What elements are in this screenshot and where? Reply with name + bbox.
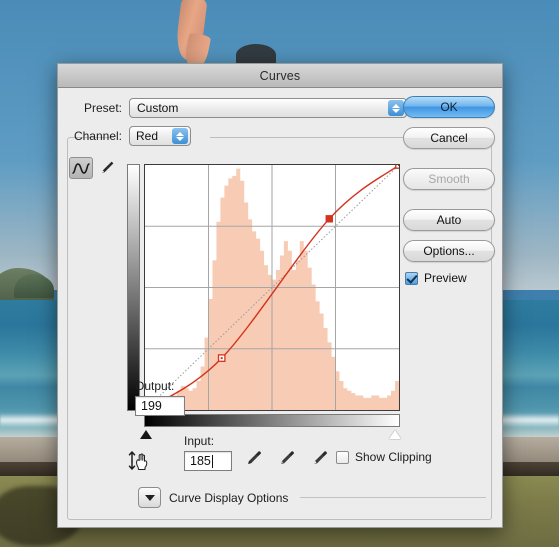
hand-arrow-icon: [128, 451, 148, 470]
preset-value: Custom: [137, 101, 179, 115]
smooth-button[interactable]: Smooth: [403, 168, 495, 190]
preview-checkbox[interactable]: [405, 271, 418, 285]
curve-plot-svg: [145, 165, 399, 410]
white-point-slider[interactable]: [389, 430, 401, 439]
divider: [300, 497, 486, 498]
set-white-point-eyedropper[interactable]: [312, 449, 329, 466]
move-target-cursor-icon[interactable]: [128, 449, 156, 473]
show-clipping-row[interactable]: Show Clipping: [336, 450, 432, 464]
cancel-button[interactable]: Cancel: [403, 127, 495, 149]
curve-icon: [72, 162, 90, 174]
preset-label: Preset:: [83, 101, 122, 115]
channel-label: Channel:: [73, 129, 122, 143]
auto-button[interactable]: Auto: [403, 209, 495, 231]
channel-dropdown[interactable]: Red: [129, 126, 191, 146]
preview-label: Preview: [424, 271, 467, 285]
channel-value: Red: [136, 129, 159, 143]
dialog-title: Curves: [259, 68, 301, 83]
curve-tools: [69, 157, 117, 179]
chevron-down-icon: [144, 494, 155, 501]
text-caret: [211, 454, 213, 468]
chevron-updown-icon: [388, 100, 404, 116]
output-field[interactable]: 199: [135, 396, 185, 416]
show-clipping-label: Show Clipping: [355, 450, 432, 464]
input-label: Input:: [184, 434, 215, 448]
eyedropper-tools: [246, 449, 329, 466]
output-gradient-bar: [127, 164, 140, 411]
black-point-slider[interactable]: [140, 430, 152, 439]
curves-dialog: Curves Preset: Custom Channel: Red Outpu…: [57, 63, 503, 528]
pencil-icon: [102, 161, 114, 173]
options-button[interactable]: Options...: [403, 240, 495, 262]
show-clipping-checkbox[interactable]: [336, 450, 349, 464]
curve-display-options-row[interactable]: Curve Display Options: [138, 487, 486, 508]
dialog-title-bar[interactable]: Curves: [58, 64, 502, 88]
chevron-updown-icon: [172, 128, 188, 144]
set-gray-point-eyedropper[interactable]: [279, 449, 296, 466]
input-field[interactable]: 185: [184, 451, 232, 471]
edit-points-tool-button[interactable]: [69, 157, 93, 179]
input-value: 185: [190, 454, 211, 468]
dialog-button-column: OK Cancel Smooth Auto Options... Preview: [403, 96, 498, 285]
output-label: Output:: [135, 379, 175, 393]
ok-button[interactable]: OK: [403, 96, 495, 118]
curve-plot[interactable]: [144, 164, 400, 411]
disclosure-triangle-button[interactable]: [138, 487, 161, 508]
output-value: 199: [141, 399, 162, 413]
channel-row: Channel: Red: [68, 126, 191, 146]
set-black-point-eyedropper[interactable]: [246, 449, 263, 466]
preview-row[interactable]: Preview: [405, 271, 498, 285]
preset-dropdown[interactable]: Custom: [129, 98, 407, 118]
curve-display-options-label: Curve Display Options: [169, 490, 289, 505]
curves-dialog-body: Curves Preset: Custom Channel: Red Outpu…: [57, 63, 503, 528]
draw-pencil-tool-button[interactable]: [97, 157, 117, 179]
